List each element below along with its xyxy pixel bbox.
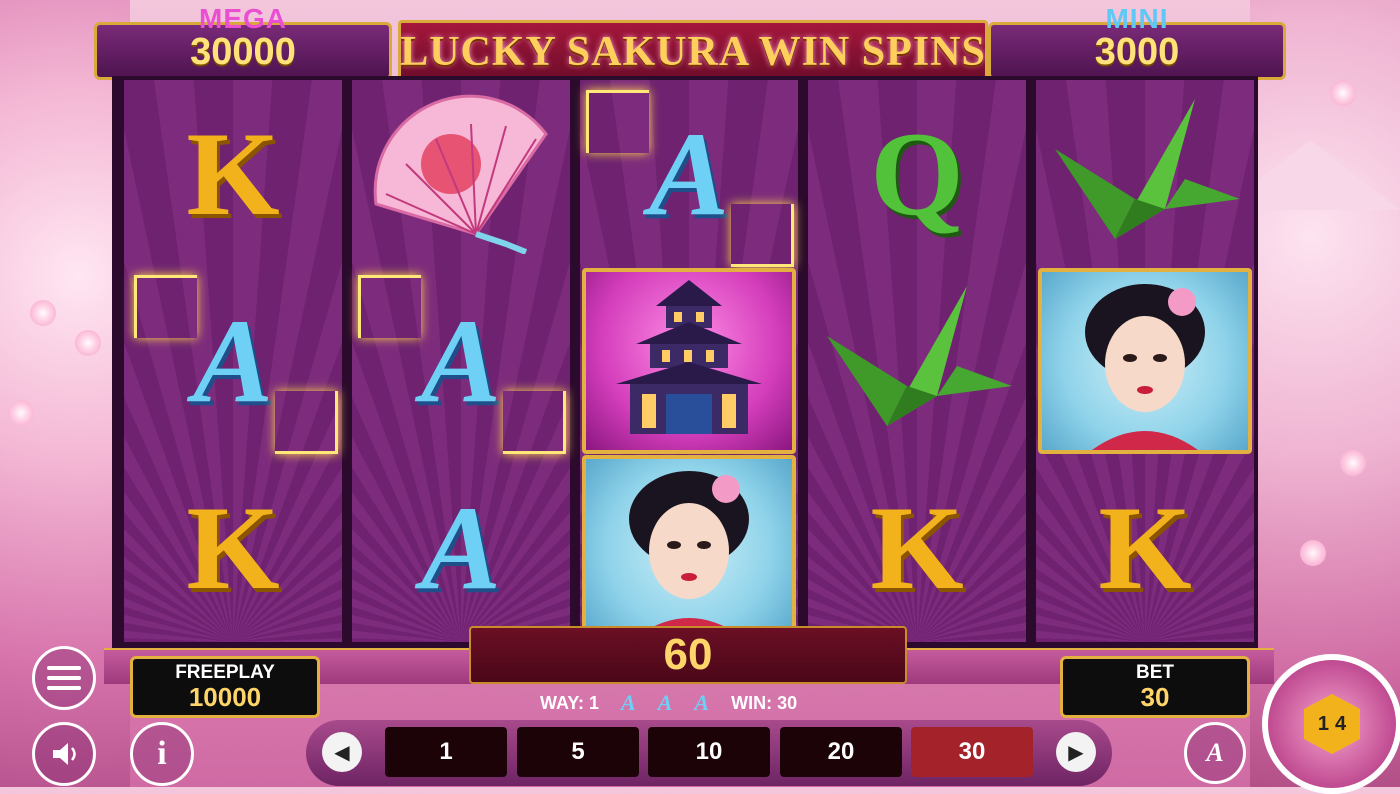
reel-grid: K A K A A A Q K K [112,76,1258,648]
mega-jackpot-panel: MEGA 30000 [94,3,392,80]
arrow-right-icon: ▶ [1068,740,1084,764]
geisha-tile [1038,267,1252,454]
reel-4: Q K [808,80,1026,642]
bet-option-10[interactable]: 10 [648,727,770,777]
win-highlight-frame [275,391,338,454]
bet-box: BET 30 [1060,656,1250,718]
reel-cell: K [808,454,1026,641]
win-highlight-frame [731,204,794,267]
reel-cell: K [124,454,342,641]
blossom-decoration [75,330,101,356]
bet-next-button[interactable]: ▶ [1056,732,1096,772]
autoplay-button[interactable]: A [1184,722,1246,784]
freeplay-value: 10000 [188,682,262,712]
game-title-banner: LUCKY SAKURA WIN SPINS [398,20,988,84]
symbol-k: K [1098,480,1192,614]
crane-icon [827,285,1012,426]
symbol-k: K [186,106,280,240]
pagoda-icon [616,279,762,434]
geisha-tile [582,454,796,641]
autoplay-icon: A [1206,738,1224,767]
bet-option-5[interactable]: 5 [517,727,639,777]
reel-cell: A [580,80,798,267]
info-button[interactable]: i [130,722,194,786]
geisha-icon [629,470,749,637]
freeplay-label: FREEPLAY [175,662,275,683]
spin-counter-right: 4 [1335,712,1347,735]
pagoda-tile [582,267,796,454]
win-highlight-frame [358,275,421,338]
win-highlight-frame [586,90,649,153]
reel-cell [808,267,1026,454]
way-symbol-a-icon: A [694,690,710,715]
reel-cell [1036,267,1254,454]
reel-cell: A [124,267,342,454]
symbol-a: A [420,480,502,614]
symbol-q: Q [870,106,964,240]
reel-5: K [1036,80,1254,642]
blossom-decoration [1330,80,1356,106]
blossom-decoration [30,300,56,326]
way-symbol-a-icon: A [657,690,673,715]
way-win-text: WIN: 30 [731,692,798,713]
bet-option-20[interactable]: 20 [780,727,902,777]
geisha-icon [1085,283,1205,450]
fan-icon [373,94,548,254]
symbol-a: A [420,293,502,427]
blossom-decoration [1340,450,1366,476]
bet-label: BET [1136,662,1174,683]
bet-option-1[interactable]: 1 [385,727,507,777]
menu-icon [47,660,81,696]
win-amount: 60 [663,630,713,679]
crane-icon [1055,98,1240,239]
reel-cell: A [352,454,570,641]
win-way-line: WAY: 1 A A A WIN: 30 [540,690,797,716]
bet-option-30[interactable]: 30 [911,727,1033,777]
game-title: LUCKY SAKURA WIN SPINS [400,29,986,75]
reel-cell: A [352,267,570,454]
mini-jackpot-value: 3000 [1094,31,1180,73]
reel-3: A [580,80,798,642]
menu-button[interactable] [32,646,96,710]
arrow-left-icon: ◀ [334,740,350,764]
win-highlight-frame [134,275,197,338]
reel-1: K A K [124,80,342,642]
speaker-icon [53,743,76,765]
reel-cell [580,454,798,641]
reel-cell [580,267,798,454]
symbol-a: A [648,106,730,240]
freeplay-box: FREEPLAY 10000 [130,656,320,718]
reel-cell [1036,80,1254,267]
blossom-decoration [1300,540,1326,566]
reel-cell [352,80,570,267]
symbol-a: A [192,293,274,427]
symbol-k: K [186,480,280,614]
mini-jackpot-panel: MINI 3000 [988,3,1286,80]
way-text: WAY: 1 [540,692,600,713]
bet-prev-button[interactable]: ◀ [322,732,362,772]
spin-counter-top: 1 [1317,712,1329,735]
blossom-decoration [8,400,34,426]
reel-cell: Q [808,80,1026,267]
reel-cell: K [1036,454,1254,641]
info-icon: i [157,735,167,772]
symbol-k: K [870,480,964,614]
sound-button[interactable] [32,722,96,786]
spin-dice-icon: 1 4 [1304,694,1360,754]
win-highlight-frame [503,391,566,454]
way-symbol-a-icon: A [621,690,636,715]
reel-cell: K [124,80,342,267]
bet-value: 30 [1140,682,1170,712]
win-amount-box: 60 [469,626,907,684]
reel-2: A A [352,80,570,642]
spin-button[interactable]: 1 4 [1262,654,1400,794]
mega-jackpot-value: 30000 [190,31,296,73]
